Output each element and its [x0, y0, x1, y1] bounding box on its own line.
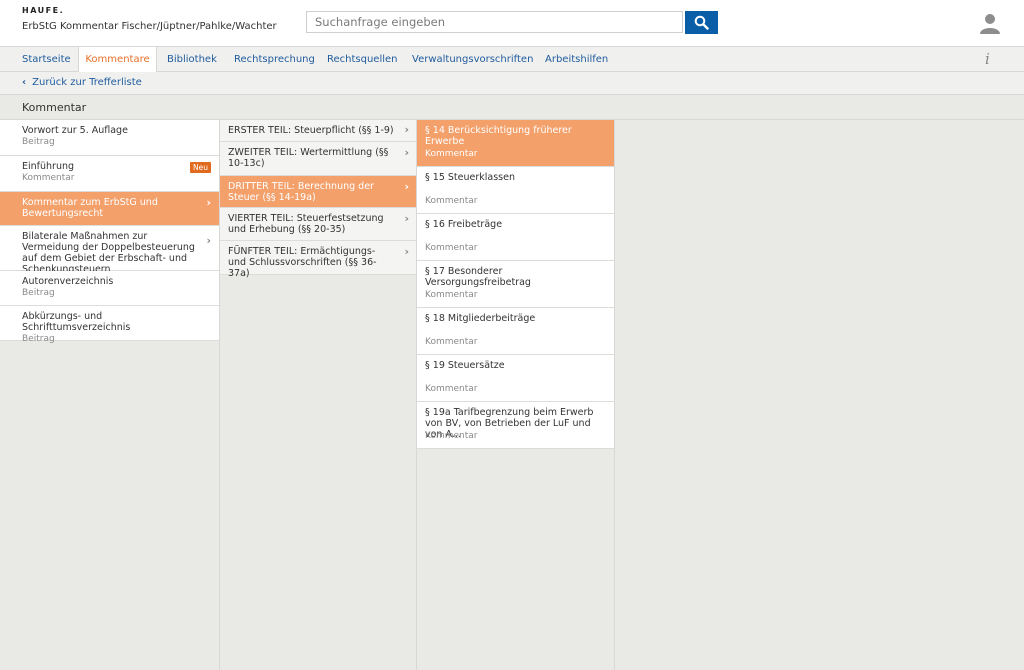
list-item-erster-teil[interactable]: ERSTER TEIL: Steuerpflicht (§§ 1-9) ›	[220, 120, 417, 142]
list-item-vierter-teil[interactable]: VIERTER TEIL: Steuerfestsetzung und Erhe…	[220, 208, 417, 241]
search-button[interactable]	[685, 11, 718, 34]
list-item-bilaterale-massnahmen[interactable]: Bilaterale Maßnahmen zur Vermeidung der …	[0, 226, 219, 275]
list-item-para-14[interactable]: § 14 Berücksichtigung früherer Erwerbe K…	[417, 120, 614, 167]
list-item-zweiter-teil[interactable]: ZWEITER TEIL: Wertermittlung (§§ 10-13c)…	[220, 142, 417, 176]
list-item-abkuerzungsverzeichnis[interactable]: Abkürzungs- und Schrifttumsverzeichnis B…	[0, 306, 219, 344]
section-bar: Kommentar	[0, 95, 1024, 120]
info-icon[interactable]: i	[985, 50, 990, 68]
nav-bibliothek[interactable]: Bibliothek	[167, 47, 217, 72]
list-item-title: § 15 Steuerklassen	[425, 172, 515, 183]
list-item-type: Kommentar	[425, 290, 478, 300]
list-item-title: § 18 Mitgliederbeiträge	[425, 313, 536, 324]
list-item-para-19[interactable]: § 19 Steuersätze Kommentar	[417, 355, 614, 402]
list-item-para-19a[interactable]: § 19a Tarifbegrenzung beim Erwerb von BV…	[417, 402, 614, 449]
list-item-title: Bilaterale Maßnahmen zur Vermeidung der …	[22, 231, 195, 275]
column-parts: ERSTER TEIL: Steuerpflicht (§§ 1-9) › ZW…	[219, 120, 417, 670]
chevron-right-icon: ›	[404, 212, 409, 225]
list-item-fuenfter-teil[interactable]: FÜNFTER TEIL: Ermächtigungs- und Schluss…	[220, 241, 417, 279]
list-item-title: § 17 Besonderer Versorgungsfreibetrag	[425, 266, 531, 288]
nav-startseite[interactable]: Startseite	[22, 47, 71, 72]
list-item-type: Kommentar	[425, 243, 478, 253]
back-bar: ‹ Zurück zur Trefferliste	[0, 72, 1024, 95]
list-item-type: Beitrag	[22, 288, 55, 298]
header: HAUFE. ErbStG Kommentar Fischer/Jüptner/…	[0, 0, 1024, 46]
list-item-type: Beitrag	[22, 334, 55, 344]
list-item-para-15[interactable]: § 15 Steuerklassen Kommentar	[417, 167, 614, 214]
chevron-right-icon: ›	[404, 180, 409, 193]
user-avatar-icon[interactable]	[979, 12, 1001, 34]
search-icon	[694, 15, 709, 30]
list-item-type: Kommentar	[425, 384, 478, 394]
new-badge: Neu	[190, 162, 211, 173]
nav-kommentare[interactable]: Kommentare	[78, 47, 157, 73]
haufe-logo[interactable]: HAUFE.	[22, 6, 64, 15]
search-input[interactable]	[306, 11, 683, 33]
list-item-type: Kommentar	[425, 149, 478, 159]
chevron-left-icon: ‹	[22, 77, 27, 88]
list-item-para-16[interactable]: § 16 Freibeträge Kommentar	[417, 214, 614, 261]
list-item-title: Vorwort zur 5. Auflage	[22, 125, 128, 136]
column-chapters: Vorwort zur 5. Auflage Beitrag Einführun…	[0, 120, 219, 670]
list-item-type: Beitrag	[22, 137, 55, 147]
nav-verwaltungsvorschriften[interactable]: Verwaltungsvorschriften	[412, 47, 533, 72]
nav-rechtsquellen[interactable]: Rechtsquellen	[327, 47, 398, 72]
list-item-title: Einführung	[22, 161, 75, 172]
chevron-right-icon: ›	[404, 245, 409, 258]
list-item-vorwort[interactable]: Vorwort zur 5. Auflage Beitrag	[0, 120, 219, 156]
app-title: ErbStG Kommentar Fischer/Jüptner/Pahlke/…	[22, 21, 277, 32]
list-item-dritter-teil[interactable]: DRITTER TEIL: Berechnung der Steuer (§§ …	[220, 176, 417, 208]
list-item-title: § 19 Steuersätze	[425, 360, 505, 371]
list-item-title: ZWEITER TEIL: Wertermittlung (§§ 10-13c)	[228, 147, 389, 169]
chevron-right-icon: ›	[404, 146, 409, 159]
list-item-title: VIERTER TEIL: Steuerfestsetzung und Erhe…	[228, 213, 384, 235]
list-item-para-17[interactable]: § 17 Besonderer Versorgungsfreibetrag Ko…	[417, 261, 614, 308]
list-item-type: Kommentar	[22, 173, 75, 183]
list-item-title: Kommentar zum ErbStG und Bewertungsrecht	[22, 197, 158, 219]
chevron-right-icon: ›	[206, 234, 211, 247]
list-item-einfuehrung[interactable]: Einführung Kommentar Neu	[0, 156, 219, 192]
back-link-label: Zurück zur Trefferliste	[32, 77, 142, 88]
chevron-right-icon: ›	[206, 196, 211, 209]
list-item-para-18[interactable]: § 18 Mitgliederbeiträge Kommentar	[417, 308, 614, 355]
list-item-title: Autorenverzeichnis	[22, 276, 114, 287]
list-item-kommentar-erbstg[interactable]: Kommentar zum ErbStG und Bewertungsrecht…	[0, 192, 219, 226]
main-nav: Startseite Kommentare Bibliothek Rechtsp…	[0, 46, 1024, 73]
list-item-title: ERSTER TEIL: Steuerpflicht (§§ 1-9)	[228, 125, 394, 136]
nav-arbeitshilfen[interactable]: Arbeitshilfen	[545, 47, 608, 72]
list-item-title: DRITTER TEIL: Berechnung der Steuer (§§ …	[228, 181, 374, 203]
list-item-type: Kommentar	[425, 431, 478, 441]
column-sections: § 14 Berücksichtigung früherer Erwerbe K…	[416, 120, 615, 670]
list-item-title: § 14 Berücksichtigung früherer Erwerbe	[425, 125, 572, 147]
list-item-title: Abkürzungs- und Schrifttumsverzeichnis	[22, 311, 131, 333]
chevron-right-icon: ›	[404, 123, 409, 136]
section-title: Kommentar	[22, 101, 87, 114]
list-item-type: Kommentar	[425, 337, 478, 347]
back-to-results-link[interactable]: ‹ Zurück zur Trefferliste	[22, 77, 142, 88]
list-item-title: FÜNFTER TEIL: Ermächtigungs- und Schluss…	[228, 246, 377, 279]
list-item-title: § 16 Freibeträge	[425, 219, 503, 230]
list-item-autorenverzeichnis[interactable]: Autorenverzeichnis Beitrag	[0, 271, 219, 306]
nav-rechtsprechung[interactable]: Rechtsprechung	[234, 47, 315, 72]
list-item-type: Kommentar	[425, 196, 478, 206]
